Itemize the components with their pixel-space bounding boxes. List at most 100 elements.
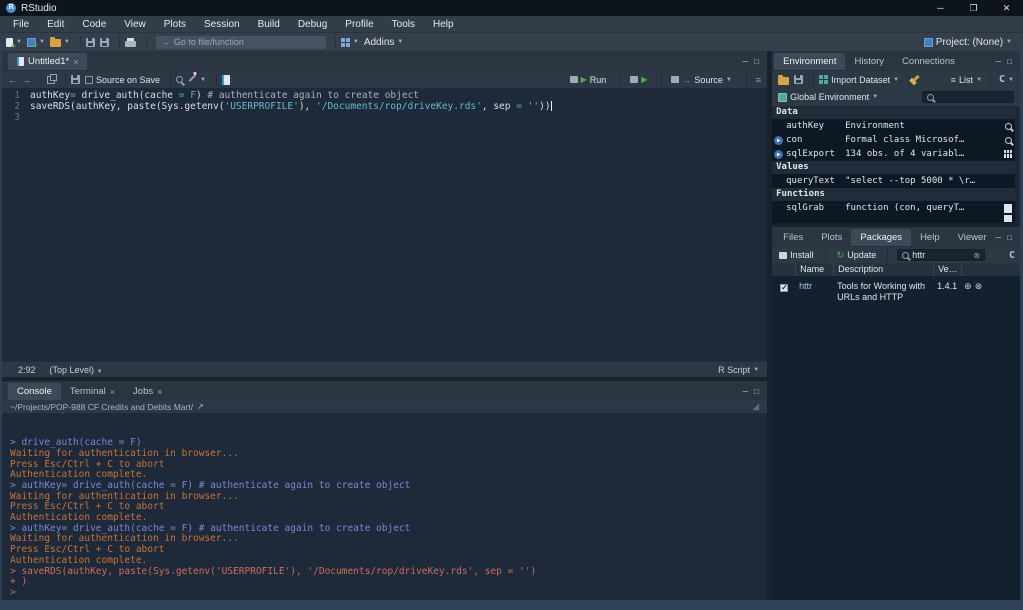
print-button[interactable] [124, 37, 136, 47]
package-row-httr[interactable]: httr Tools for Working with URLs and HTT… [772, 276, 1020, 307]
scope-selector[interactable]: (Top Level) ▼ [50, 365, 103, 375]
code-line[interactable]: 3 [2, 112, 767, 123]
inspect-object-icon[interactable] [1005, 122, 1012, 130]
menu-edit[interactable]: Edit [38, 16, 73, 33]
workspace-panes-button[interactable]: ▼ [340, 37, 359, 47]
version-column-header[interactable]: Ve… [934, 263, 963, 276]
code-tools-button[interactable]: ▼ [188, 74, 206, 83]
menu-code[interactable]: Code [73, 16, 115, 33]
environment-search-input[interactable] [922, 91, 1014, 103]
remove-package-icon[interactable]: ⊗ [975, 281, 983, 292]
tab-environment[interactable]: Environment [774, 53, 846, 70]
env-row-sqlgrab[interactable]: sqlGrab function (con, queryT… [772, 201, 1020, 215]
maximize-panel-icon[interactable]: □ [754, 57, 759, 66]
source-on-save-checkbox[interactable]: Source on Save [85, 75, 160, 85]
env-row-sqlexport[interactable]: ▶ sqlExport 134 obs. of 4 variabl… [772, 147, 1020, 161]
menu-plots[interactable]: Plots [155, 16, 195, 33]
menu-help[interactable]: Help [424, 16, 463, 33]
compile-report-button[interactable] [222, 74, 230, 85]
tab-files[interactable]: Files [774, 229, 812, 246]
load-workspace-button[interactable] [778, 74, 790, 85]
goto-file-function-input[interactable]: → Go to file/function [155, 35, 326, 49]
expand-object-icon[interactable]: ▶ [774, 135, 784, 145]
tab-plots[interactable]: Plots [812, 229, 851, 246]
expand-object-icon[interactable]: ▶ [774, 149, 784, 159]
find-replace-button[interactable] [176, 76, 184, 83]
menu-profile[interactable]: Profile [336, 16, 382, 33]
tab-viewer[interactable]: Viewer [949, 229, 996, 246]
close-tab-icon[interactable]: × [110, 387, 115, 397]
maximize-panel-icon[interactable]: □ [1007, 57, 1012, 66]
minimize-panel-icon[interactable]: ─ [995, 233, 1001, 242]
close-tab-icon[interactable]: × [73, 57, 78, 67]
menu-build[interactable]: Build [249, 16, 289, 33]
maximize-panel-icon[interactable]: □ [754, 387, 759, 396]
nav-back-button[interactable]: ← [8, 75, 17, 85]
update-packages-button[interactable]: ↻ Update [835, 250, 879, 261]
refresh-packages-button[interactable]: C [1009, 250, 1015, 261]
close-window-button[interactable]: ✕ [990, 0, 1023, 16]
project-menu-button[interactable]: Project: (None) ▼ [923, 37, 1012, 48]
file-type-selector[interactable]: R Script ▼ [718, 365, 759, 375]
environment-scrollbar[interactable] [1015, 106, 1020, 223]
code-editor[interactable]: 1 authKey= drive_auth(cache = F) # authen… [2, 88, 767, 361]
name-column-header[interactable]: Name [796, 263, 835, 276]
packages-search-input[interactable]: httr ⊗ [897, 249, 986, 261]
code-line[interactable]: 2 saveRDS(authKey, paste(Sys.getenv('USER… [2, 101, 767, 112]
save-workspace-button[interactable] [794, 75, 804, 84]
env-row-partial[interactable] [772, 215, 1020, 222]
maximize-panel-icon[interactable]: □ [1007, 233, 1012, 242]
source-button[interactable]: → Source ▼ [671, 75, 732, 85]
save-button[interactable] [85, 37, 95, 47]
save-source-button[interactable] [71, 75, 80, 84]
close-tab-icon[interactable]: × [157, 387, 162, 397]
tab-packages[interactable]: Packages [851, 229, 912, 246]
refresh-environment-button[interactable]: C [999, 74, 1005, 85]
menu-tools[interactable]: Tools [383, 16, 424, 33]
new-file-button[interactable]: ▼ [6, 37, 22, 51]
package-name-link[interactable]: httr [799, 281, 837, 291]
environment-scope-selector[interactable]: Global Environment ▼ [778, 92, 878, 102]
code-line[interactable]: 1 authKey= drive_auth(cache = F) # authen… [2, 90, 767, 101]
env-row-con[interactable]: ▶ con Formal class Microsof… [772, 133, 1020, 147]
menu-debug[interactable]: Debug [289, 16, 336, 33]
document-outline-icon[interactable]: ≡ [756, 75, 761, 85]
menu-file[interactable]: File [4, 16, 38, 33]
tab-console[interactable]: Console [8, 383, 61, 400]
install-packages-button[interactable]: Install [777, 250, 816, 260]
minimize-window-button[interactable]: ─ [924, 0, 957, 16]
inspect-object-icon[interactable] [1005, 136, 1012, 144]
package-loaded-checkbox[interactable] [780, 283, 789, 292]
view-function-icon[interactable] [1004, 203, 1012, 213]
show-in-new-window-button[interactable] [47, 73, 57, 84]
import-dataset-button[interactable]: Import Dataset ▼ [819, 75, 899, 85]
restore-window-button[interactable]: ❐ [957, 0, 990, 16]
clear-search-icon[interactable]: ⊗ [974, 251, 981, 260]
open-file-button[interactable]: ▼ [49, 37, 70, 47]
tab-connections[interactable]: Connections [893, 53, 964, 70]
run-button[interactable]: ▶ Run [569, 75, 606, 85]
menu-view[interactable]: View [115, 16, 155, 33]
list-view-label[interactable]: List [959, 75, 973, 85]
goto-directory-icon[interactable]: ↗ [197, 402, 204, 411]
new-project-button[interactable]: ▼ [26, 37, 45, 50]
tab-untitled1[interactable]: Untitled1* × [8, 53, 88, 70]
nav-forward-button[interactable]: → [22, 75, 31, 85]
env-row-querytext[interactable]: queryText "select --top 5000 * \r… [772, 174, 1020, 188]
rerun-button[interactable]: ▶ [630, 75, 647, 84]
minimize-panel-icon[interactable]: ─ [743, 57, 749, 66]
view-data-icon[interactable] [1004, 150, 1012, 158]
tab-help[interactable]: Help [911, 229, 949, 246]
tab-history[interactable]: History [845, 53, 893, 70]
minimize-panel-icon[interactable]: ─ [995, 57, 1001, 66]
tab-terminal[interactable]: Terminal × [61, 383, 124, 400]
console-output[interactable]: Press Esc/Ctrl + C to abort > drive_auth… [2, 413, 767, 600]
clear-workspace-button[interactable] [913, 74, 920, 85]
package-website-icon[interactable]: ⊕ [964, 281, 972, 292]
tab-jobs[interactable]: Jobs × [124, 383, 171, 400]
minimize-panel-icon[interactable]: ─ [743, 387, 749, 396]
addins-button[interactable]: Addins ▼ [364, 37, 404, 48]
menu-session[interactable]: Session [195, 16, 249, 33]
description-column-header[interactable]: Description [834, 263, 935, 276]
save-all-button[interactable] [99, 37, 109, 47]
